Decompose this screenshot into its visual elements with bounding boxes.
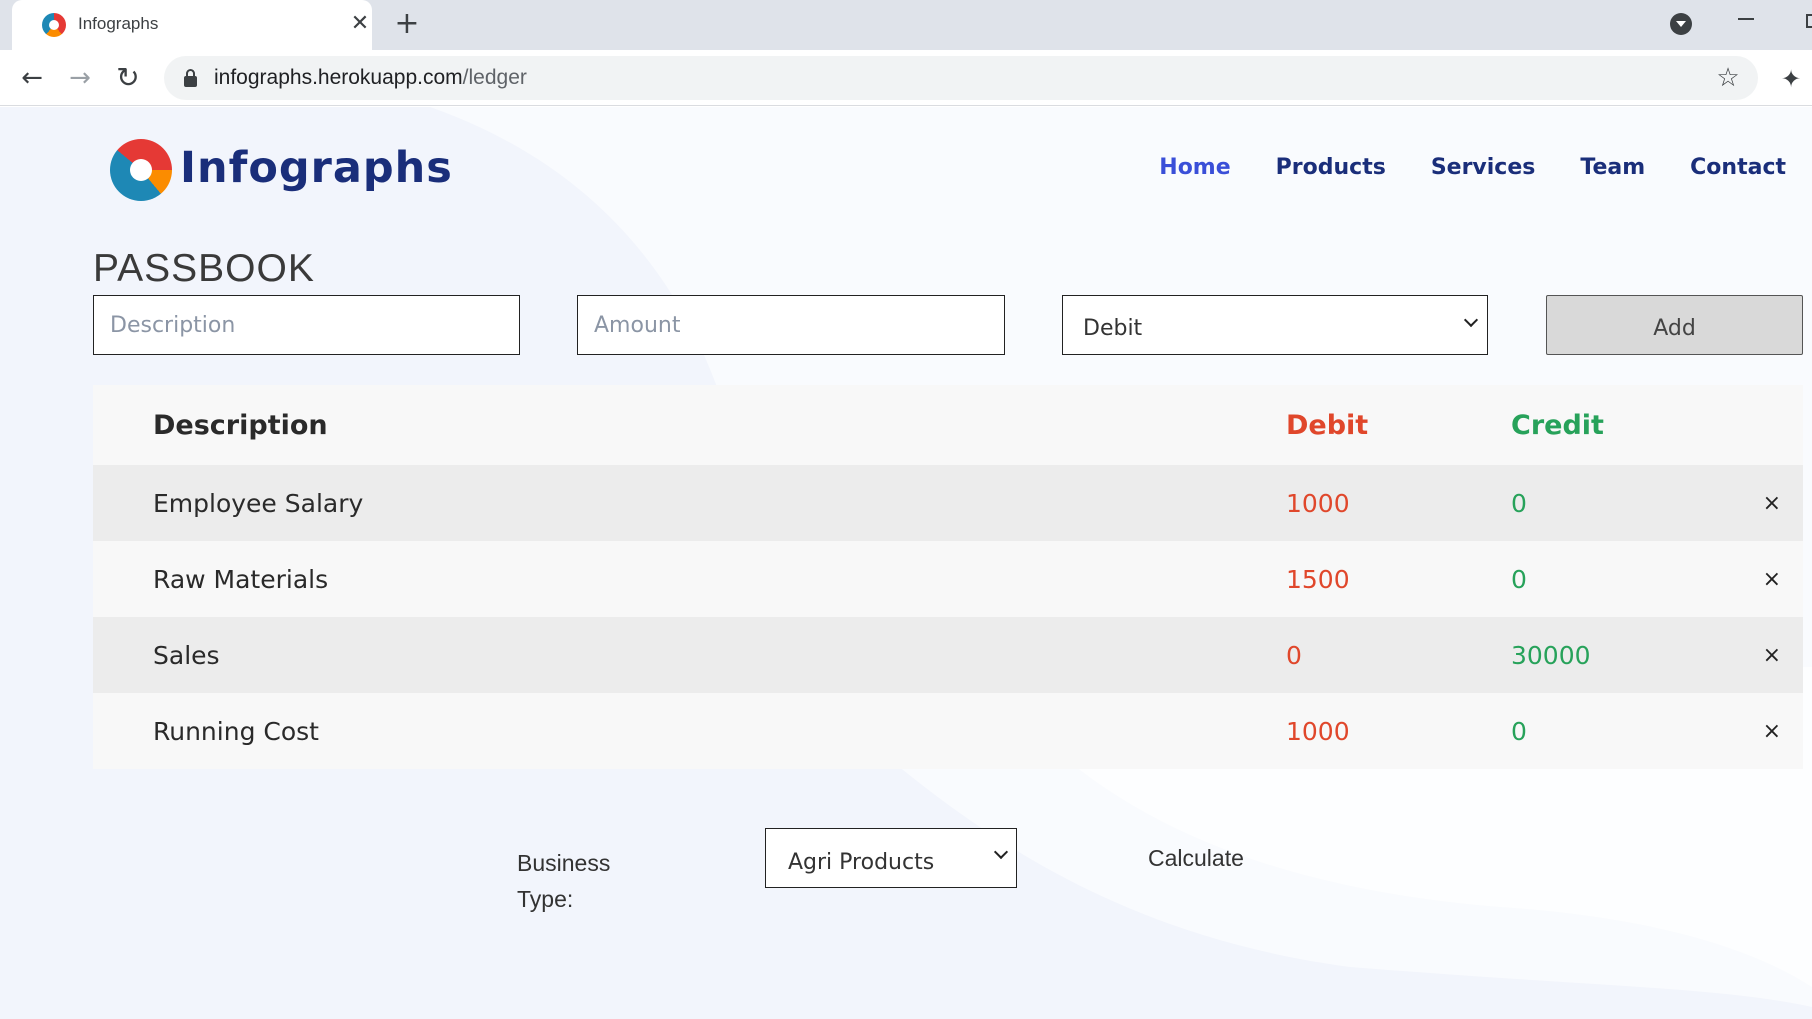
header-debit: Debit	[1286, 409, 1369, 441]
row-debit: 0	[1286, 640, 1302, 670]
minimize-icon[interactable]	[1738, 18, 1754, 20]
table-row: Employee Salary 1000 0 ×	[93, 465, 1803, 541]
tab-title: Infographs	[78, 14, 159, 33]
calculate-button[interactable]: Calculate	[1148, 845, 1244, 872]
url-path: /ledger	[462, 66, 527, 89]
row-credit: 0	[1511, 488, 1527, 518]
nav-contact[interactable]: Contact	[1690, 155, 1786, 180]
extensions-puzzle-icon[interactable]: ✦	[1776, 64, 1806, 94]
url-text: infographs.herokuapp.com/ledger	[214, 66, 527, 90]
nav-home[interactable]: Home	[1159, 155, 1230, 180]
infographs-logo-icon[interactable]	[110, 139, 172, 201]
row-description: Sales	[153, 640, 220, 670]
browser-tab-bar: Infographs ✕ +	[0, 0, 1812, 50]
address-bar[interactable]: infographs.herokuapp.com/ledger ☆	[164, 56, 1758, 100]
page-title: PASSBOOK	[93, 247, 315, 290]
row-description: Running Cost	[153, 716, 319, 746]
table-row: Running Cost 1000 0 ×	[93, 693, 1803, 769]
delete-row-icon[interactable]: ×	[1763, 541, 1781, 617]
nav-products[interactable]: Products	[1276, 155, 1386, 180]
amount-input[interactable]	[577, 295, 1005, 355]
delete-row-icon[interactable]: ×	[1763, 617, 1781, 693]
nav-team[interactable]: Team	[1580, 155, 1645, 180]
bookmark-star-icon[interactable]: ☆	[1712, 62, 1744, 94]
description-input[interactable]	[93, 295, 520, 355]
browser-tab[interactable]: Infographs ✕	[12, 0, 372, 50]
business-type-select[interactable]: Agri Products	[765, 828, 1017, 888]
table-row: Raw Materials 1500 0 ×	[93, 541, 1803, 617]
row-credit: 0	[1511, 716, 1527, 746]
reload-icon[interactable]: ↻	[110, 60, 146, 96]
row-debit: 1000	[1286, 488, 1350, 518]
browser-toolbar: ← → ↻ infographs.herokuapp.com/ledger ☆ …	[0, 50, 1812, 106]
nav-services[interactable]: Services	[1431, 155, 1536, 180]
brand-name[interactable]: Infographs	[180, 143, 453, 193]
close-tab-icon[interactable]: ✕	[346, 10, 374, 38]
header-description: Description	[153, 409, 328, 441]
row-description: Employee Salary	[153, 488, 364, 518]
back-arrow-icon[interactable]: ←	[14, 60, 50, 96]
row-debit: 1000	[1286, 716, 1350, 746]
new-tab-icon[interactable]: +	[390, 8, 424, 42]
lock-icon	[184, 69, 197, 87]
ledger-table: Description Debit Credit Employee Salary…	[93, 385, 1803, 769]
row-debit: 1500	[1286, 564, 1350, 594]
delete-row-icon[interactable]: ×	[1763, 693, 1781, 769]
row-credit: 0	[1511, 564, 1527, 594]
tab-search-icon[interactable]	[1670, 13, 1692, 35]
table-header: Description Debit Credit	[93, 385, 1803, 465]
table-row: Sales 0 30000 ×	[93, 617, 1803, 693]
forward-arrow-icon[interactable]: →	[62, 60, 98, 96]
row-description: Raw Materials	[153, 564, 329, 594]
entry-type-select[interactable]: Debit	[1062, 295, 1488, 355]
page-content: Infographs Home Products Services Team C…	[0, 107, 1812, 1019]
url-host: infographs.herokuapp.com	[214, 66, 463, 89]
row-credit: 30000	[1511, 640, 1591, 670]
add-button[interactable]: Add	[1546, 295, 1803, 355]
delete-row-icon[interactable]: ×	[1763, 465, 1781, 541]
favicon-icon	[42, 13, 66, 37]
maximize-icon[interactable]	[1806, 14, 1812, 28]
business-type-label: Business Type:	[517, 850, 611, 912]
header-credit: Credit	[1511, 409, 1604, 441]
main-nav: Home Products Services Team Contact	[1114, 155, 1786, 180]
